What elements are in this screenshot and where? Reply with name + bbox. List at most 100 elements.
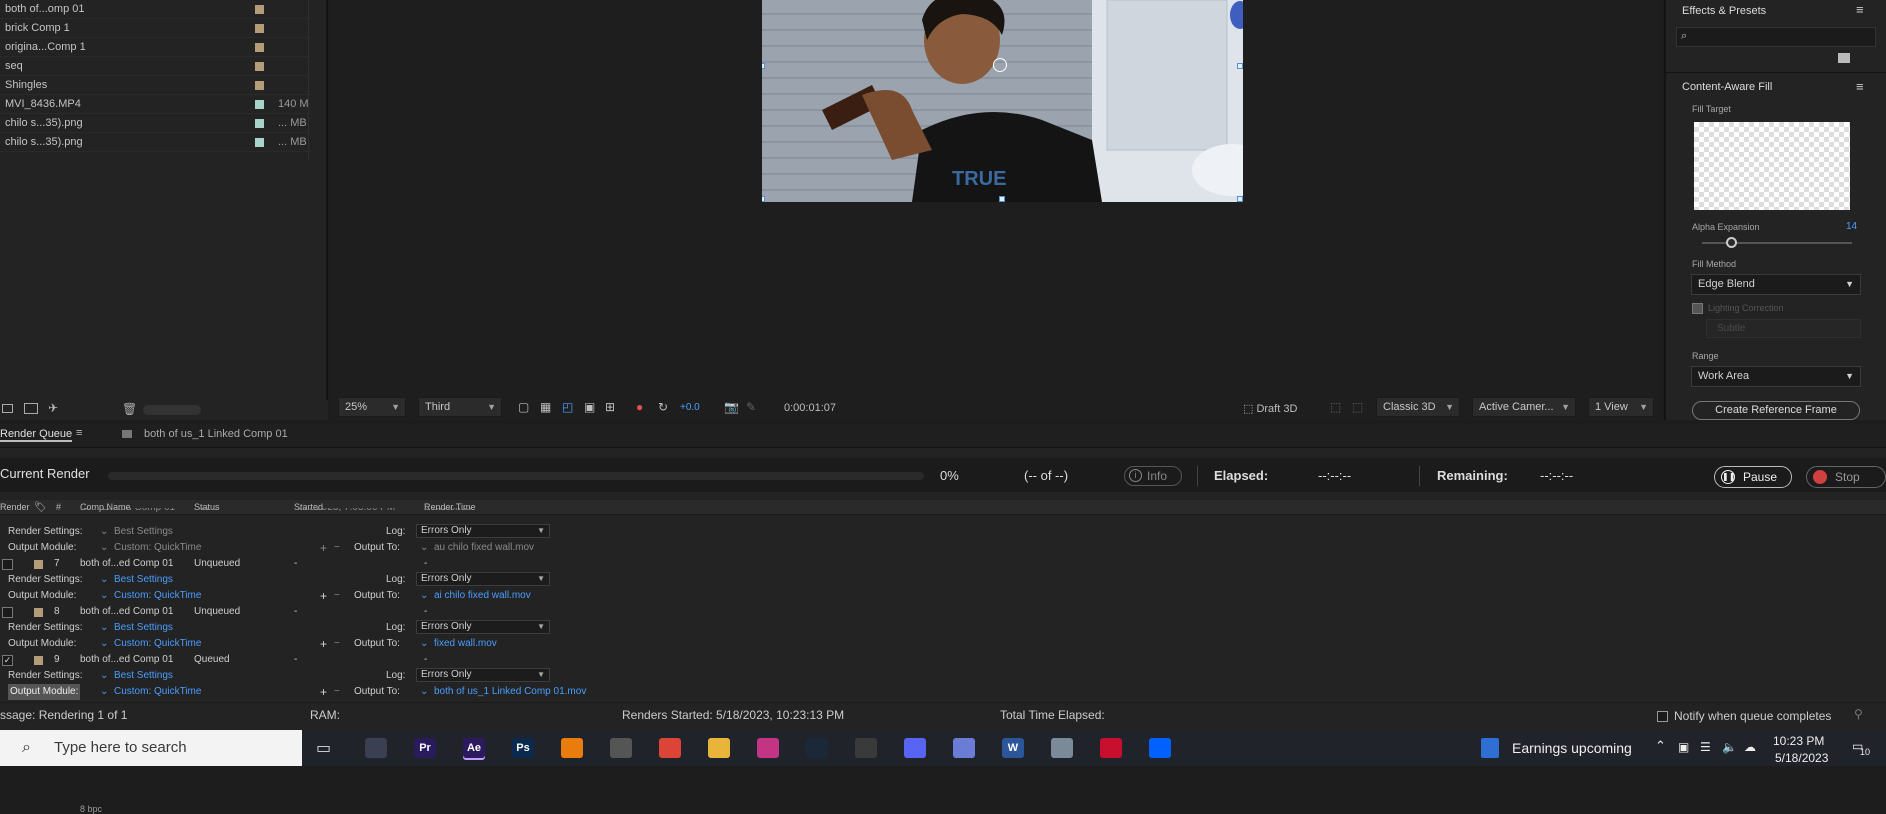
alpha-expansion-value[interactable]: 14 xyxy=(1846,221,1857,232)
output-to-value[interactable]: ai chilo fixed wall.mov xyxy=(434,588,531,604)
camera-select[interactable]: Active Camer... ▼ xyxy=(1472,397,1576,417)
lighting-correction-checkbox[interactable] xyxy=(1692,303,1703,314)
output-module-value[interactable]: Custom: QuickTime xyxy=(114,636,201,652)
bpc-label[interactable]: 8 bpc xyxy=(80,804,102,814)
effects-search-input[interactable]: ⌕ xyxy=(1676,27,1876,47)
guides-icon[interactable]: ▣ xyxy=(584,400,595,414)
label-color-swatch[interactable] xyxy=(255,81,264,90)
log-select[interactable]: Errors Only ▼ xyxy=(416,524,550,538)
item-comp-name[interactable]: both of...ed Comp 01 xyxy=(80,556,173,572)
chevron-down-icon[interactable]: ⌄ xyxy=(420,636,428,652)
item-comp-name[interactable]: both of...ed Comp 01 xyxy=(80,604,173,620)
taskbar-date[interactable]: 5/18/2023 xyxy=(1775,751,1828,765)
3d-ground-plane-icon[interactable]: ⬚ xyxy=(1352,400,1363,414)
add-output-icon[interactable]: + xyxy=(320,684,327,700)
info-button[interactable]: i Info xyxy=(1124,466,1182,486)
tab-menu-icon[interactable]: ≡ xyxy=(76,427,82,439)
project-item[interactable]: chilo s...35).png ... MB xyxy=(0,114,310,133)
alpha-expansion-slider[interactable] xyxy=(1702,242,1852,244)
task-view-icon[interactable]: ▭ xyxy=(316,738,331,758)
chevron-down-icon[interactable]: ⌄ xyxy=(100,572,108,588)
new-bin-icon[interactable] xyxy=(1838,53,1850,63)
label-color-swatch[interactable] xyxy=(34,608,43,617)
output-to-value[interactable]: fixed wall.mov xyxy=(434,636,497,652)
taskbar-search-input[interactable]: ⌕ Type here to search xyxy=(0,730,302,766)
tab-render-queue[interactable]: Render Queue xyxy=(0,428,73,442)
chevron-down-icon[interactable]: ⌄ xyxy=(100,684,108,700)
volume-icon[interactable]: 🔈 xyxy=(1722,740,1737,754)
slider-thumb[interactable] xyxy=(1726,237,1737,248)
file-explorer-icon[interactable] xyxy=(708,738,730,758)
word-icon[interactable]: W xyxy=(1002,738,1024,758)
renderer-select[interactable]: Classic 3D ▼ xyxy=(1376,397,1460,417)
zoom-select[interactable]: 25% ▼ xyxy=(338,397,406,417)
chevron-down-icon[interactable]: ⌄ xyxy=(100,588,108,604)
steam-icon[interactable] xyxy=(806,738,828,758)
davinci-icon[interactable] xyxy=(365,738,387,758)
lighting-mode-select[interactable]: Subtle xyxy=(1706,319,1861,338)
composition-frame[interactable]: TRUE xyxy=(762,0,1243,202)
chevron-down-icon[interactable]: ⌄ xyxy=(100,668,108,684)
log-select[interactable]: Errors Only ▼ xyxy=(416,668,550,682)
interpret-footage-icon[interactable] xyxy=(2,404,13,413)
remove-output-icon[interactable]: − xyxy=(334,684,340,700)
stop-button[interactable]: Stop xyxy=(1806,466,1886,488)
tab-composition[interactable]: both of us_1 Linked Comp 01 xyxy=(144,428,288,440)
transform-handle[interactable] xyxy=(1237,196,1243,202)
notify-checkbox[interactable] xyxy=(1657,711,1668,722)
premiere-icon[interactable]: Pr xyxy=(414,738,436,758)
output-module-value[interactable]: Custom: QuickTime xyxy=(114,684,201,700)
log-select[interactable]: Errors Only ▼ xyxy=(416,572,550,586)
views-select[interactable]: 1 View ▼ xyxy=(1588,397,1654,417)
render-checkbox[interactable]: ✓ xyxy=(2,655,13,666)
show-snapshot-icon[interactable]: ✎ xyxy=(746,400,756,414)
transform-handle[interactable] xyxy=(762,196,765,202)
render-queue-item[interactable]: 7 both of...ed Comp 01 Unqueued - - xyxy=(0,556,1886,572)
output-module-value[interactable]: Custom: QuickTime xyxy=(114,588,201,604)
output-to-value[interactable]: both of us_1 Linked Comp 01.mov xyxy=(434,684,586,700)
draft-3d-toggle[interactable]: ⬚ Draft 3D xyxy=(1243,402,1297,415)
add-output-icon[interactable]: + xyxy=(320,636,327,652)
log-select[interactable]: Errors Only ▼ xyxy=(416,620,550,634)
output-module-value[interactable]: Custom: QuickTime xyxy=(114,540,201,556)
project-item[interactable]: chilo s...35).png ... MB xyxy=(0,133,310,152)
chevron-down-icon[interactable]: ⌄ xyxy=(100,636,108,652)
remove-output-icon[interactable]: − xyxy=(334,636,340,652)
trash-icon[interactable]: 🗑 xyxy=(122,402,137,416)
render-checkbox[interactable] xyxy=(2,607,13,618)
chrome-icon[interactable] xyxy=(659,738,681,758)
grid-icon[interactable]: ⊞ xyxy=(605,400,615,414)
render-settings-value[interactable]: Best Settings xyxy=(114,572,173,588)
taskbar-time[interactable]: 10:23 PM xyxy=(1773,734,1824,748)
red-app-icon[interactable] xyxy=(1100,738,1122,758)
photos-icon[interactable] xyxy=(1051,738,1073,758)
label-color-swatch[interactable] xyxy=(255,24,264,33)
after-effects-icon[interactable]: Ae xyxy=(463,738,485,758)
dropbox-icon[interactable] xyxy=(1149,738,1171,758)
render-settings-value[interactable]: Best Settings xyxy=(114,668,173,684)
blender-icon[interactable] xyxy=(561,738,583,758)
label-color-swatch[interactable] xyxy=(255,100,264,109)
new-folder-icon[interactable] xyxy=(24,403,38,414)
anchor-point-icon[interactable] xyxy=(993,58,1007,72)
meet-now-icon[interactable]: ▣ xyxy=(1678,740,1689,754)
earnings-icon[interactable] xyxy=(1481,738,1499,758)
region-of-interest-icon[interactable]: ▢ xyxy=(518,400,529,414)
label-color-swatch[interactable] xyxy=(255,43,264,52)
extended-viewer-icon[interactable]: ⬚ xyxy=(1330,400,1341,414)
exposure-value[interactable]: +0.0 xyxy=(680,402,700,413)
copilot-icon[interactable] xyxy=(953,738,975,758)
news-widget[interactable]: Earnings upcoming xyxy=(1512,738,1632,758)
project-item[interactable]: Shingles xyxy=(0,76,310,95)
label-color-swatch[interactable] xyxy=(255,119,264,128)
remove-output-icon[interactable]: − xyxy=(334,540,340,556)
onedrive-icon[interactable]: ☁ xyxy=(1744,740,1756,754)
remove-output-icon[interactable]: − xyxy=(334,588,340,604)
transform-handle[interactable] xyxy=(762,63,765,69)
photoshop-icon[interactable]: Ps xyxy=(512,738,534,758)
render-settings-value[interactable]: Best Settings xyxy=(114,620,173,636)
render-settings-value[interactable]: Best Settings xyxy=(114,524,173,540)
chevron-down-icon[interactable]: ⌄ xyxy=(420,588,428,604)
thumbnail-slider[interactable] xyxy=(143,405,201,415)
label-color-swatch[interactable] xyxy=(34,656,43,665)
